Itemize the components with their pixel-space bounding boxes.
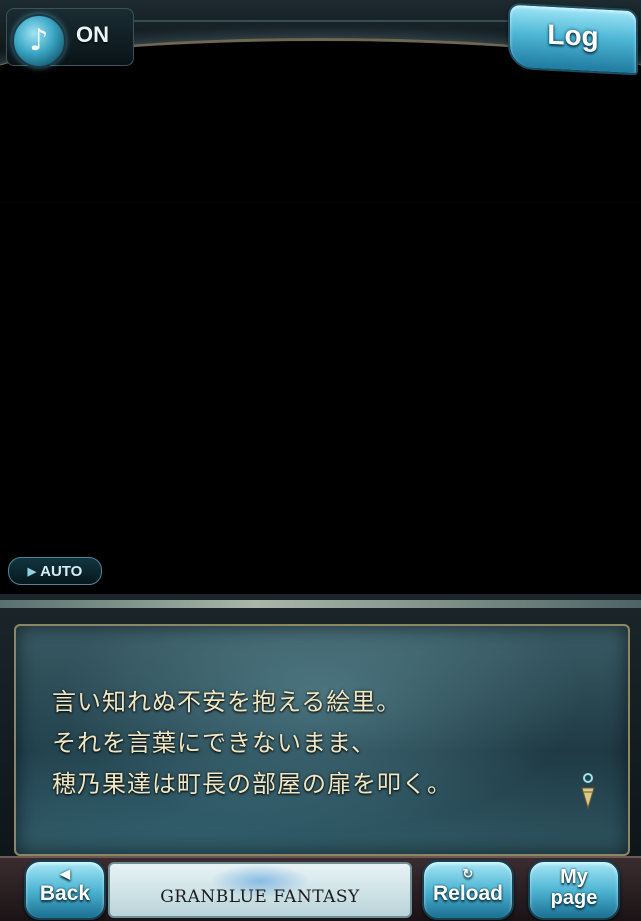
dialog-line-3: 穂乃果達は町長の部屋の扉を叩く。 bbox=[52, 770, 452, 798]
auto-label: AUTO bbox=[40, 562, 83, 580]
music-note-icon[interactable]: ♪ bbox=[12, 14, 66, 68]
reload-icon: ↻ bbox=[462, 866, 474, 881]
reload-label: Reload bbox=[432, 882, 503, 905]
mypage-label-line2: page bbox=[550, 887, 598, 909]
logo-text: GRANBLUE FANTASY bbox=[160, 887, 360, 907]
dialog-top-ornament bbox=[0, 600, 641, 608]
game-logo: GRANBLUE FANTASY bbox=[108, 862, 412, 918]
mypage-button[interactable]: My page bbox=[528, 860, 620, 920]
dialog-text: 言い知れぬ不安を抱える絵里。 それを言葉にできないまま、 穂乃果達は町長の部屋の… bbox=[52, 682, 592, 805]
left-arrow-icon: ◀ bbox=[60, 866, 70, 881]
auto-button[interactable]: ▶ AUTO bbox=[8, 557, 102, 585]
play-icon: ▶ bbox=[27, 565, 37, 578]
dialog-line-2: それを言葉にできないまま、 bbox=[52, 729, 377, 757]
sound-state-label[interactable]: ON bbox=[76, 22, 109, 48]
log-label: Log bbox=[547, 18, 599, 53]
back-label: Back bbox=[39, 882, 91, 905]
reload-button[interactable]: ↻ Reload bbox=[422, 860, 514, 920]
next-page-indicator-icon bbox=[581, 773, 595, 810]
log-button[interactable]: Log bbox=[508, 2, 638, 76]
back-button[interactable]: ◀ Back bbox=[24, 860, 106, 920]
dialog-line-1: 言い知れぬ不安を抱える絵里。 bbox=[52, 688, 402, 716]
mypage-label-line1: My bbox=[560, 866, 588, 888]
